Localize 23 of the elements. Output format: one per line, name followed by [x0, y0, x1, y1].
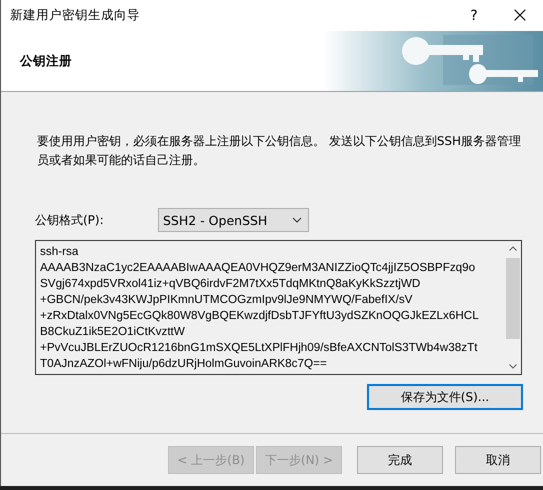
save-to-file-button[interactable]: 保存为文件(S)...: [367, 384, 523, 410]
page-title: 公钥注册: [18, 52, 73, 70]
key-text-line: +PvVcuJBLErZUOcR1216bnG1mSXQE5LtXPlFHjh09/sBfeAXCNTolS3TWb4w38zTt: [40, 340, 478, 356]
scroll-down-icon[interactable]: [509, 364, 517, 369]
public-key-field[interactable]: [35, 240, 522, 375]
key-text-line: ssh-rsa: [40, 244, 80, 260]
scroll-up-icon[interactable]: [509, 246, 517, 251]
format-dropdown[interactable]: SSH2 - OpenSSH: [158, 208, 309, 232]
help-button[interactable]: ?: [451, 0, 497, 31]
instruction-text: 要使用用户密钥，必须在服务器上注册以下公钥信息。 发送以下公钥信息到SSH服务器管理员或者如果可能的话自己注册。: [37, 133, 522, 169]
scroll-thumb[interactable]: [506, 258, 520, 339]
wizard-button[interactable]: 取消: [455, 446, 541, 474]
format-label: 公钥格式(P):: [35, 212, 105, 228]
chevron-down-icon: [292, 217, 302, 223]
window-title: 新建用户密钥生成向导: [9, 7, 141, 24]
key-text-line: +GBCN/pek3v43KWJpPIKmnUTMCOGzmIpv9lJe9NMYWQ/FabefIX/sV: [40, 292, 414, 308]
key-text-line: T0AJnzAZOl+wFNiju/p6dzURjHolmGuvoinARK8c7Q==: [40, 356, 328, 372]
key-text-line: B8CkuZ1ik5E2O1iCtKvzttW: [40, 324, 186, 340]
key-text-line: SVgj674xpd5VRxol41iz+qVBQ6irdvF2M7tXx5TdqMKtnQ8aKyKkSzztjWD: [40, 276, 422, 292]
close-button[interactable]: ×: [497, 0, 543, 31]
key-text-line: +zRxDtalx0VNg5EcGQk80W8VgBQEKwzdjfDsbTJFYftU3ydSZKnOQGJkEZLx6HCL: [40, 308, 480, 324]
key-text-line: AAAAB3NzaC1yc2EAAAABIwAAAQEA0VHQZ9erM3ANIZZioQTc4jjIZ5OSBPFzq9o: [40, 260, 476, 276]
wizard-button[interactable]: 完成: [357, 446, 443, 474]
